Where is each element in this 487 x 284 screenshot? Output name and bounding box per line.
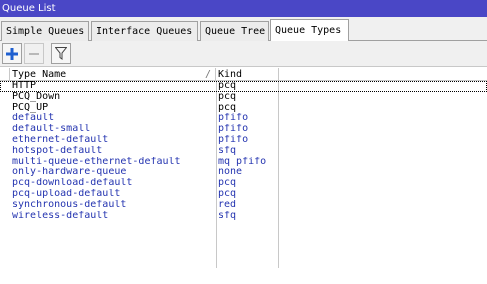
type-name-cell: pcq-download-default (12, 178, 133, 189)
column-header-kind[interactable]: Kind (216, 68, 279, 81)
table-row[interactable]: pcq-download-default pcq (0, 178, 487, 189)
tab-label: Queue Tree (205, 26, 266, 37)
table-row[interactable]: PCQ_UP pcq (0, 103, 487, 114)
table-row[interactable]: pcq-upload-default pcq (0, 189, 487, 200)
kind-cell: mq pfifo (218, 156, 267, 167)
tab-label: Simple Queues (6, 26, 85, 37)
type-name-cell: default-small (12, 124, 91, 135)
tab-interface-queues[interactable]: Interface Queues (91, 21, 198, 41)
column-header-type-name[interactable]: Type Name / (10, 68, 216, 81)
type-name-cell: wireless-default (12, 210, 109, 221)
table-header: Type Name / Kind (0, 68, 487, 81)
header-gutter (0, 68, 10, 81)
kind-cell: sfq (218, 145, 237, 156)
toolbar (0, 41, 487, 67)
tab-simple-queues[interactable]: Simple Queues (1, 21, 89, 41)
type-name-cell: pcq-upload-default (12, 188, 121, 199)
column-resize-icon: / (204, 69, 211, 80)
tab-queue-tree[interactable]: Queue Tree (200, 21, 269, 41)
type-name-cell: multi-queue-ethernet-default (12, 156, 181, 167)
table-row[interactable]: default pfifo (0, 113, 487, 124)
type-name-cell: ethernet-default (12, 134, 109, 145)
type-name-cell: synchronous-default (12, 199, 127, 210)
tab-bar: Simple Queues Interface Queues Queue Tre… (0, 17, 487, 41)
kind-cell: pcq (218, 102, 237, 113)
kind-cell: red (218, 199, 237, 210)
table-row[interactable]: HTTP pcq (0, 81, 487, 92)
table-body: HTTP pcq PCQ_Down pcq PCQ_UP pcq default… (0, 81, 487, 221)
remove-button[interactable] (24, 43, 44, 64)
table-row[interactable]: default-small pfifo (0, 124, 487, 135)
add-button[interactable] (2, 43, 22, 64)
column-label: Kind (218, 69, 243, 80)
table-row[interactable]: multi-queue-ethernet-default mq pfifo (0, 157, 487, 168)
window-title-bar[interactable]: Queue List (0, 0, 487, 17)
queue-types-table: Type Name / Kind HTTP pcq PCQ_Down pcq P… (0, 67, 487, 284)
filter-icon (55, 47, 67, 60)
type-name-cell: PCQ_UP (12, 102, 49, 113)
kind-cell: pcq (218, 178, 237, 189)
kind-cell: pfifo (218, 134, 249, 145)
kind-cell: pcq (218, 91, 237, 102)
kind-cell: none (218, 167, 243, 178)
type-name-cell: HTTP (12, 81, 37, 91)
type-name-cell: default (12, 113, 55, 124)
type-name-cell: hotspot-default (12, 145, 103, 156)
kind-cell: pfifo (218, 113, 249, 124)
minus-icon (29, 52, 39, 55)
table-row[interactable]: only-hardware-queue none (0, 167, 487, 178)
plus-icon (6, 47, 18, 60)
type-name-cell: PCQ_Down (12, 91, 61, 102)
table-row[interactable]: wireless-default sfq (0, 211, 487, 222)
column-label: Type Name (12, 69, 67, 80)
kind-cell: pfifo (218, 124, 249, 135)
tab-queue-types[interactable]: Queue Types (270, 19, 349, 41)
table-row[interactable]: PCQ_Down pcq (0, 92, 487, 103)
kind-cell: pcq (218, 188, 237, 199)
kind-cell: pcq (218, 81, 237, 91)
table-row[interactable]: ethernet-default pfifo (0, 135, 487, 146)
kind-cell: sfq (218, 210, 237, 221)
type-name-cell: only-hardware-queue (12, 167, 127, 178)
filter-button[interactable] (51, 43, 71, 64)
table-row[interactable]: hotspot-default sfq (0, 146, 487, 157)
table-row[interactable]: synchronous-default red (0, 200, 487, 211)
window-title: Queue List (2, 3, 56, 14)
tab-label: Interface Queues (96, 26, 193, 37)
tab-label: Queue Types (275, 25, 342, 36)
